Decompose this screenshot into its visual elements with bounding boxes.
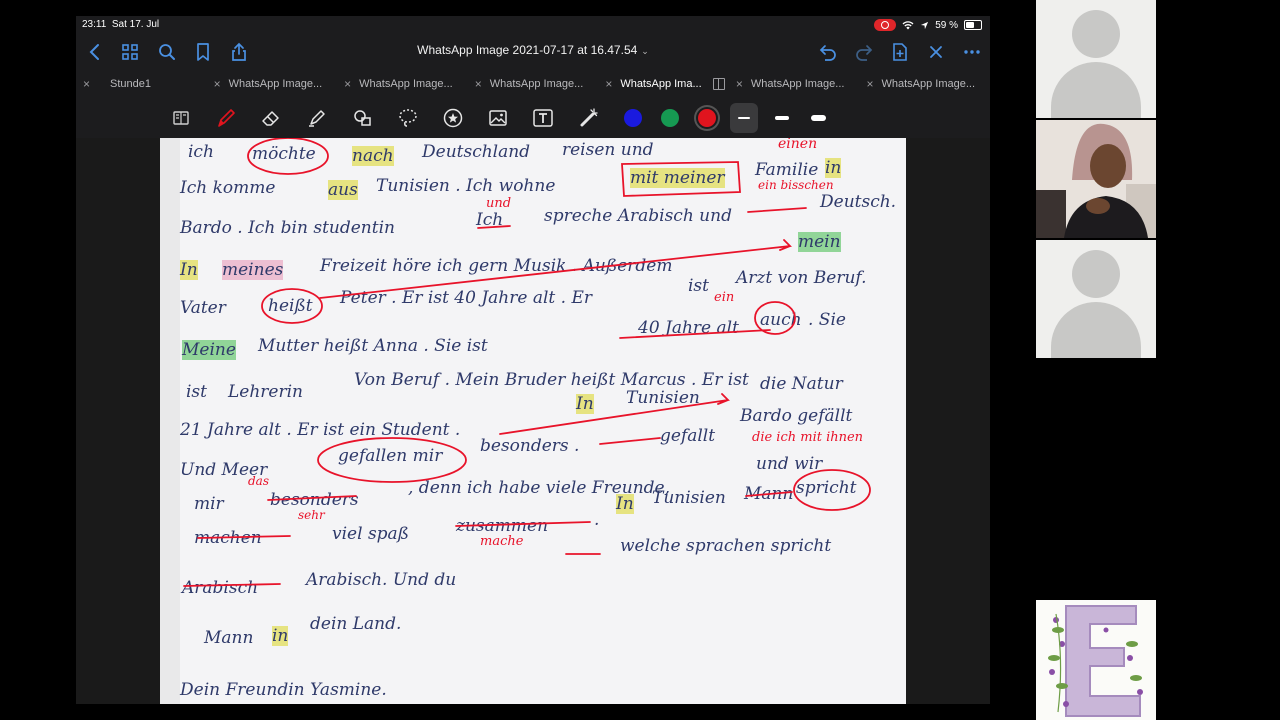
handwritten-letter-page: ich möchte nach Deutschland reisen und e… bbox=[160, 138, 906, 704]
pen-tool-icon[interactable] bbox=[214, 106, 238, 130]
lasso-icon[interactable] bbox=[396, 106, 420, 130]
thickness-thick[interactable] bbox=[805, 103, 833, 133]
tab-whatsapp-image-2[interactable]: × WhatsApp Image... bbox=[337, 72, 468, 96]
bookmark-icon[interactable] bbox=[192, 41, 214, 63]
tab-close-icon[interactable]: × bbox=[605, 72, 612, 96]
document-tabs: × Stunde1 × WhatsApp Image... × WhatsApp Im… bbox=[76, 72, 990, 96]
add-page-icon[interactable] bbox=[889, 41, 911, 63]
ipad-screen-share: 23:11 Sat 17. Jul 59 % WhatsApp Image 20… bbox=[76, 16, 990, 704]
back-chevron-icon[interactable] bbox=[84, 41, 106, 63]
arrow-line-8 bbox=[499, 393, 730, 435]
screen-recording-icon[interactable] bbox=[874, 19, 897, 31]
text-tool-icon[interactable] bbox=[531, 106, 555, 130]
wifi-icon bbox=[902, 21, 914, 30]
status-time-date: 23:11 Sat 17. Jul bbox=[82, 19, 159, 30]
avatar-placeholder-icon bbox=[1072, 10, 1120, 58]
tab-label: WhatsApp Image... bbox=[359, 78, 453, 90]
redo-icon[interactable] bbox=[853, 41, 875, 63]
strike-mann bbox=[745, 491, 793, 497]
highlighter-icon[interactable] bbox=[305, 106, 329, 130]
tab-label: WhatsApp Image... bbox=[228, 78, 323, 90]
chevron-down-icon: ⌄ bbox=[641, 46, 649, 56]
tab-close-icon[interactable]: × bbox=[866, 72, 873, 96]
undo-icon[interactable] bbox=[817, 41, 839, 63]
image-icon[interactable] bbox=[486, 106, 510, 130]
avatar-placeholder-body bbox=[1051, 62, 1141, 118]
red-annotation-ink bbox=[183, 138, 871, 587]
tab-label: Stunde1 bbox=[110, 78, 151, 90]
tab-label: WhatsApp Image... bbox=[750, 78, 845, 90]
document-canvas[interactable]: ich möchte nach Deutschland reisen und e… bbox=[76, 138, 990, 704]
strike-zusammen bbox=[455, 521, 591, 527]
tab-stunde1[interactable]: × Stunde1 bbox=[76, 72, 207, 96]
underline-40-jahre bbox=[619, 329, 771, 339]
avatar-placeholder-icon bbox=[1072, 250, 1120, 298]
floral-letter-e-icon bbox=[1048, 605, 1143, 717]
sticker-star-icon[interactable] bbox=[441, 106, 465, 130]
eraser-icon[interactable] bbox=[259, 106, 283, 130]
strike-ich bbox=[477, 225, 511, 229]
participant-tile-letter-e[interactable] bbox=[1036, 600, 1156, 720]
tab-label: WhatsApp Image... bbox=[489, 78, 584, 90]
thickness-medium[interactable] bbox=[768, 103, 796, 133]
avatar-placeholder-body bbox=[1051, 302, 1141, 358]
drawing-toolbar bbox=[76, 100, 990, 136]
tab-close-icon[interactable]: × bbox=[214, 72, 221, 96]
status-bar: 23:11 Sat 17. Jul 59 % bbox=[76, 16, 990, 34]
document-title-text: WhatsApp Image 2021-07-17 at 16.47.54 bbox=[417, 43, 638, 57]
paper-sheet: ich möchte nach Deutschland reisen und e… bbox=[180, 138, 906, 704]
participant-tile-placeholder-1[interactable] bbox=[1036, 0, 1156, 118]
strike-machen bbox=[197, 535, 291, 539]
circle-moechte bbox=[247, 138, 329, 175]
tab-whatsapp-image-5[interactable]: × WhatsApp Image... bbox=[729, 72, 860, 96]
box-mit-meiner bbox=[621, 161, 741, 197]
laser-pointer-icon[interactable] bbox=[576, 106, 600, 130]
participant-tile-placeholder-2[interactable] bbox=[1036, 240, 1156, 358]
participant-video-frame bbox=[1036, 120, 1156, 238]
tab-close-icon[interactable]: × bbox=[344, 72, 351, 96]
tab-whatsapp-image-6[interactable]: × WhatsApp Image... bbox=[859, 72, 990, 96]
tab-whatsapp-image-active[interactable]: × WhatsApp Ima... bbox=[598, 72, 729, 96]
status-time: 23:11 bbox=[82, 19, 107, 30]
close-icon[interactable] bbox=[925, 41, 947, 63]
strike-ich2 bbox=[599, 437, 661, 445]
arrow-line-4 bbox=[319, 239, 792, 299]
circle-auch bbox=[754, 301, 796, 335]
document-navbar: WhatsApp Image 2021-07-17 at 16.47.54 ⌄ bbox=[76, 34, 990, 68]
tab-close-icon[interactable]: × bbox=[736, 72, 743, 96]
split-view-icon[interactable] bbox=[712, 78, 725, 90]
battery-percent: 59 % bbox=[935, 19, 958, 31]
participant-tile-video[interactable] bbox=[1036, 120, 1156, 238]
tab-whatsapp-image-3[interactable]: × WhatsApp Image... bbox=[468, 72, 599, 96]
grid-view-icon[interactable] bbox=[119, 41, 141, 63]
search-icon[interactable] bbox=[156, 41, 178, 63]
color-green[interactable] bbox=[661, 109, 679, 127]
thickness-thin-selected[interactable] bbox=[730, 103, 758, 133]
color-blue[interactable] bbox=[624, 109, 642, 127]
more-options-icon[interactable] bbox=[961, 41, 983, 63]
circle-gefallen-mir bbox=[317, 437, 467, 483]
circle-heisst bbox=[261, 288, 323, 324]
shapes-icon[interactable] bbox=[351, 106, 375, 130]
tab-label: WhatsApp Image... bbox=[881, 78, 976, 90]
location-arrow-icon bbox=[921, 21, 929, 29]
strike-arabisch bbox=[183, 583, 281, 587]
strike-ihren bbox=[747, 207, 807, 213]
circle-spricht bbox=[793, 469, 871, 511]
status-right: 59 % bbox=[874, 19, 982, 31]
tab-whatsapp-image-1[interactable]: × WhatsApp Image... bbox=[207, 72, 338, 96]
tab-close-icon[interactable]: × bbox=[83, 72, 90, 96]
tab-label: WhatsApp Ima... bbox=[620, 78, 702, 90]
share-icon[interactable] bbox=[228, 41, 250, 63]
battery-icon bbox=[964, 20, 982, 30]
read-mode-icon[interactable] bbox=[169, 106, 193, 130]
color-red-selected[interactable] bbox=[698, 109, 716, 127]
tab-close-icon[interactable]: × bbox=[475, 72, 482, 96]
strike-besonders bbox=[267, 495, 357, 501]
status-date: Sat 17. Jul bbox=[111, 19, 160, 30]
